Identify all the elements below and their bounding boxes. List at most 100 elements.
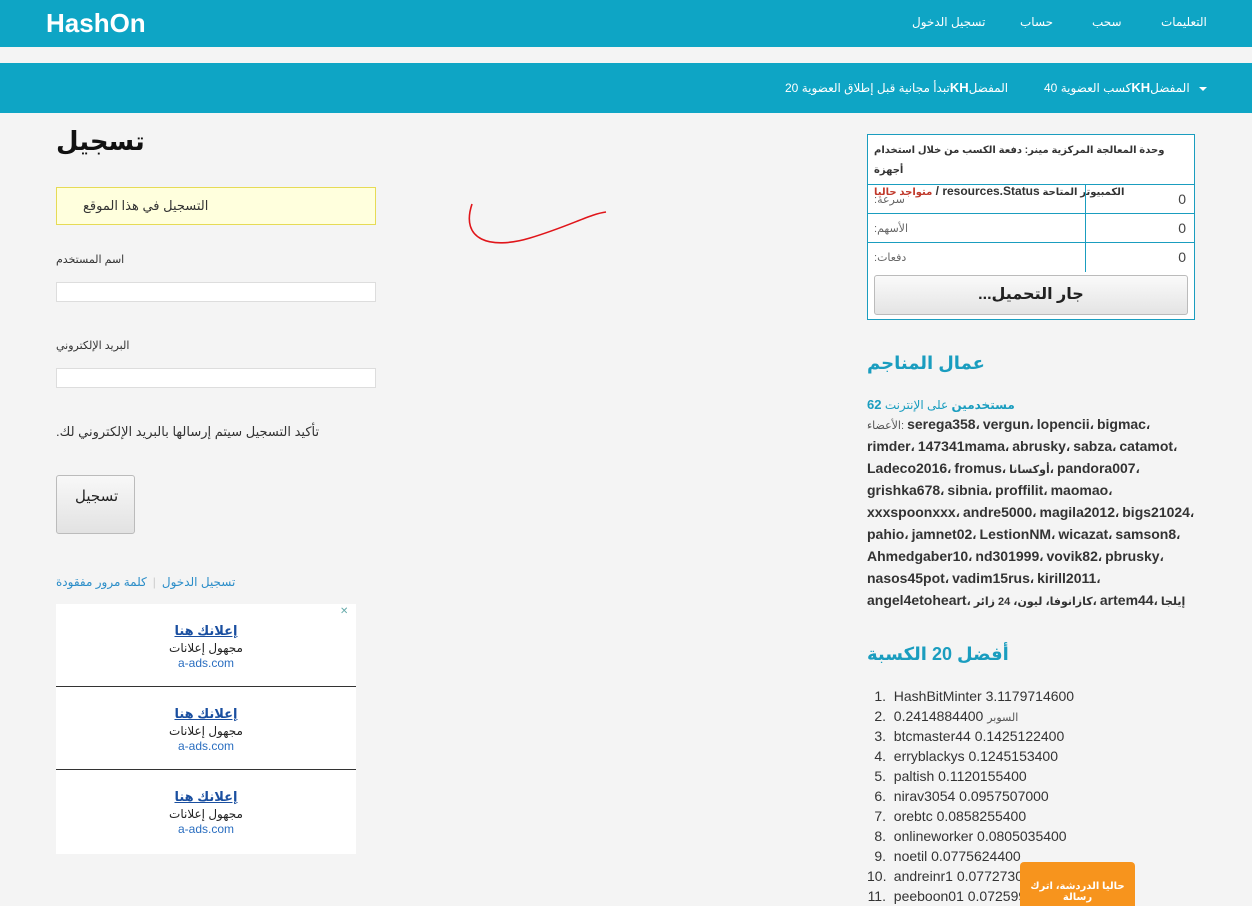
member-link[interactable]: fromus xyxy=(954,460,1001,476)
red-swoosh-mark xyxy=(468,203,607,244)
member-link[interactable]: كازانوفا xyxy=(1050,596,1093,608)
subnav-item-membership[interactable]: كسب العضوية 40KHالمفضل xyxy=(1044,80,1208,95)
top-earner-name[interactable]: السوبر xyxy=(987,712,1018,724)
member-link[interactable]: 24 زائر xyxy=(974,596,1010,608)
top-earner-name[interactable]: nirav3054 xyxy=(894,788,956,804)
live-chat-button[interactable]: حاليا الدردشة، اترك رسالة xyxy=(1020,862,1135,906)
member-link[interactable]: إيلجا xyxy=(1161,596,1185,608)
member-link[interactable]: magila2012 xyxy=(1040,504,1116,520)
nav-withdraw[interactable]: سحب xyxy=(1092,15,1122,29)
member-link[interactable]: sabza xyxy=(1073,438,1112,454)
lost-password-link[interactable]: كلمة مرور مفقودة xyxy=(56,575,147,589)
login-link[interactable]: تسجيل الدخول xyxy=(162,575,235,589)
top-earner-rank: 11. xyxy=(867,888,886,904)
member-link[interactable]: Ladeco2016 xyxy=(867,460,947,476)
ad-url[interactable]: a-ads.com xyxy=(56,739,356,753)
member-link[interactable]: bigs21024 xyxy=(1122,504,1190,520)
member-link[interactable]: nasos45pot xyxy=(867,570,945,586)
ad-unit[interactable]: إعلانك هنا مجهول إعلانات a-ads.com xyxy=(56,687,356,769)
username-input[interactable] xyxy=(56,282,376,302)
top-earner-rank: 4. xyxy=(874,748,886,764)
cpu-miner-widget: وحدة المعالجة المركزية مينر: دفعة الكسب … xyxy=(867,134,1195,320)
member-link[interactable]: angel4etoheart xyxy=(867,592,967,608)
member-link[interactable]: abrusky xyxy=(1012,438,1066,454)
member-link[interactable]: vadim15rus xyxy=(952,570,1030,586)
member-link[interactable]: ليون xyxy=(1017,596,1042,608)
subnav-item-free-start[interactable]: تبدأ مجانية قبل إطلاق العضوية 20KHالمفضل xyxy=(785,80,1008,95)
nav-instructions[interactable]: التعليمات xyxy=(1161,15,1207,29)
member-link[interactable]: LestionNM xyxy=(980,526,1052,542)
link-separator: | xyxy=(152,575,156,589)
member-separator: ، xyxy=(955,508,963,520)
ad-title[interactable]: إعلانك هنا xyxy=(56,623,356,639)
top-earner-name[interactable]: orebtc xyxy=(894,808,933,824)
top-earner-name[interactable]: HashBitMinter xyxy=(894,688,982,704)
nav-account[interactable]: حساب xyxy=(1020,15,1053,29)
member-link[interactable]: jamnet02 xyxy=(912,526,973,542)
member-separator: ، xyxy=(1173,442,1178,454)
ad-unit[interactable]: إعلانك هنا مجهول إعلانات a-ads.com xyxy=(56,604,356,686)
brand-logo[interactable]: HashOn xyxy=(46,8,146,39)
member-link[interactable]: serega358 xyxy=(907,416,976,432)
top-earner-rank: 5. xyxy=(874,768,886,784)
member-link[interactable]: vovik82 xyxy=(1046,548,1097,564)
member-link[interactable]: wicazat xyxy=(1058,526,1108,542)
member-link[interactable]: samson8 xyxy=(1115,526,1176,542)
member-link[interactable]: sibnia xyxy=(947,482,987,498)
member-link[interactable]: andre5000 xyxy=(963,504,1032,520)
member-link[interactable]: xxxspoonxxx xyxy=(867,504,956,520)
member-link[interactable]: pahio xyxy=(867,526,904,542)
miner-start-button[interactable]: ...جار التحميل xyxy=(874,275,1188,315)
member-link[interactable]: artem44 xyxy=(1100,592,1154,608)
online-label: على الإنترنت xyxy=(884,398,952,412)
member-link[interactable]: nd301999 xyxy=(975,548,1039,564)
top-earner-value: 0.072599 xyxy=(967,888,1027,904)
miner-row-label: :سرعة xyxy=(874,194,905,206)
member-link[interactable]: pandora007 xyxy=(1057,460,1136,476)
top-earner-rank: 1. xyxy=(874,688,886,704)
top-earner-name[interactable]: onlineworker xyxy=(894,828,973,844)
member-link[interactable]: bigmac xyxy=(1097,416,1146,432)
member-link[interactable]: أوكسانا xyxy=(1009,464,1050,476)
member-separator: ، xyxy=(944,574,953,586)
ad-unit[interactable]: إعلانك هنا مجهول إعلانات a-ads.com xyxy=(56,770,356,852)
member-link[interactable]: grishka678 xyxy=(867,482,940,498)
top-earner-item: 3. btcmaster44 0.1425122400 xyxy=(867,726,1074,746)
nav-login[interactable]: تسجيل الدخول xyxy=(912,15,985,29)
ad-title[interactable]: إعلانك هنا xyxy=(56,789,356,805)
top-earner-name[interactable]: peeboon01 xyxy=(894,888,964,904)
member-link[interactable]: vergun xyxy=(983,416,1030,432)
top-earner-value: 3.1179714600 xyxy=(985,688,1075,704)
miner-row-label: :دفعات xyxy=(874,252,907,264)
email-input[interactable] xyxy=(56,368,376,388)
member-link[interactable]: 147341mama xyxy=(918,438,1005,454)
ad-title[interactable]: إعلانك هنا xyxy=(56,706,356,722)
confirm-text: .تأكيد التسجيل سيتم إرسالها بالبريد الإل… xyxy=(56,424,320,439)
member-link[interactable]: rimder xyxy=(867,438,911,454)
member-separator: ، xyxy=(904,530,912,542)
top-earner-name[interactable]: andreinr1 xyxy=(894,868,953,884)
top-earner-name[interactable]: noetil xyxy=(894,848,927,864)
top20-title: أفضل 20 الكسبة xyxy=(867,644,1009,664)
top-earner-name[interactable]: paltish xyxy=(894,768,934,784)
top-earner-value: 0.0772730 xyxy=(956,868,1024,884)
chevron-down-icon xyxy=(1199,86,1208,91)
member-link[interactable]: maomao xyxy=(1051,482,1109,498)
top-earner-rank: 3. xyxy=(874,728,886,744)
member-link[interactable]: catamot xyxy=(1119,438,1173,454)
top-earner-value: 0.0858255400 xyxy=(936,808,1027,824)
member-link[interactable]: proffilit xyxy=(995,482,1043,498)
top-earner-value: 0.2414884400 xyxy=(893,708,984,724)
member-link[interactable]: Ahmedgaber10 xyxy=(867,548,968,564)
top-earner-name[interactable]: btcmaster44 xyxy=(894,728,971,744)
ad-url[interactable]: a-ads.com xyxy=(56,656,356,670)
top-earner-value: 0.0775624400 xyxy=(931,848,1021,864)
member-link[interactable]: kirill2011 xyxy=(1037,570,1096,586)
member-link[interactable]: lopencii xyxy=(1037,416,1090,432)
top-earner-value: 0.0957507000 xyxy=(959,788,1049,804)
member-separator: ، xyxy=(1092,596,1100,608)
register-button[interactable]: تسجيل xyxy=(56,475,135,534)
top-earner-name[interactable]: erryblackys xyxy=(894,748,965,764)
ad-url[interactable]: a-ads.com xyxy=(56,822,356,836)
member-link[interactable]: pbrusky xyxy=(1105,548,1159,564)
